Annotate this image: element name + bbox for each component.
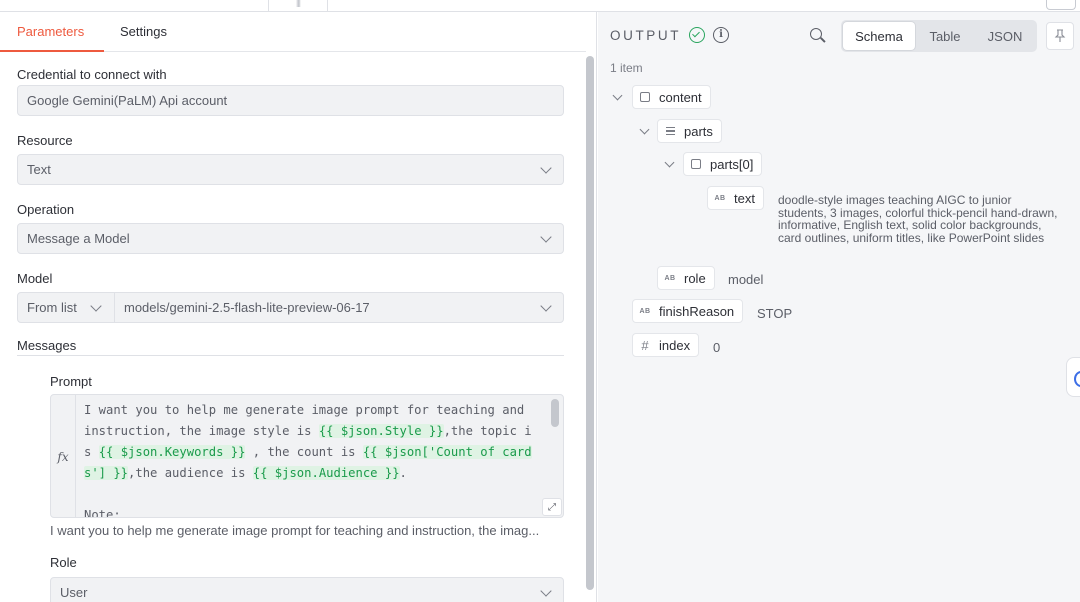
- expression-token: s'] }}: [84, 466, 129, 480]
- side-assistant-button[interactable]: [1066, 357, 1080, 397]
- list-icon: [658, 127, 682, 135]
- parameters-panel: Parameters Settings Credential to connec…: [0, 12, 597, 602]
- chevron-down-icon: [540, 584, 552, 597]
- string-type-icon: AB: [639, 307, 651, 315]
- model-value: models/gemini-2.5-flash-lite-preview-06-…: [124, 300, 370, 315]
- cube-icon: [684, 159, 708, 169]
- item-count: 1 item: [610, 61, 643, 75]
- string-type-icon: AB: [664, 274, 676, 282]
- role-value: User: [60, 585, 88, 600]
- schema-value-finishreason: STOP: [757, 306, 793, 321]
- expression-token: {{ $json.Style }}: [318, 424, 444, 438]
- number-type-icon: #: [641, 337, 649, 353]
- prompt-line: s'] }},the audience is {{ $json.Audience…: [84, 463, 548, 484]
- tab-settings[interactable]: Settings: [120, 24, 167, 39]
- expression-token: {{ $json.Audience }}: [252, 466, 400, 480]
- chevron-down-icon: [540, 161, 552, 174]
- model-mode-value: From list: [27, 300, 77, 315]
- search-icon[interactable]: [810, 28, 826, 44]
- operation-label: Operation: [17, 202, 75, 217]
- schema-key-index: # index: [632, 333, 700, 357]
- schema-value-text: doodle-style images teaching AIGC to jun…: [778, 193, 1058, 245]
- prompt-text: s: [84, 445, 99, 459]
- parameters-scrollbar[interactable]: [584, 56, 596, 602]
- prompt-line: I want you to help me generate image pro…: [84, 400, 548, 421]
- chevron-down-icon: [540, 230, 552, 243]
- prompt-scrollbar[interactable]: [551, 399, 559, 427]
- view-schema-button[interactable]: Schema: [843, 22, 915, 50]
- collapse-chevron-icon[interactable]: [612, 90, 623, 101]
- model-selector: From list models/gemini-2.5-flash-lite-p…: [17, 292, 564, 323]
- parameters-scrollbar-thumb[interactable]: [586, 56, 594, 590]
- credential-label: Credential to connect with: [17, 67, 167, 82]
- prompt-line: Note:: [84, 505, 548, 518]
- active-tab-indicator: [0, 50, 104, 52]
- model-mode-select[interactable]: From list: [18, 293, 115, 322]
- prompt-text: instruction, the image style is: [84, 424, 319, 438]
- schema-key-content: content: [632, 85, 711, 109]
- check-circle-icon: [689, 27, 705, 43]
- role-select[interactable]: User: [50, 577, 564, 602]
- schema-key-parts0: parts[0]: [683, 152, 763, 176]
- prompt-text: , the count is: [245, 445, 363, 459]
- output-title: OUTPUT: [610, 28, 682, 43]
- operation-select[interactable]: Message a Model: [17, 223, 564, 254]
- pin-icon: [1054, 29, 1066, 42]
- prompt-text: ,the topic i: [443, 424, 532, 438]
- prompt-code[interactable]: I want you to help me generate image pro…: [84, 400, 548, 518]
- credential-field[interactable]: Google Gemini(PaLM) Api account: [17, 85, 564, 116]
- cube-icon: [633, 92, 657, 102]
- prompt-line: s {{ $json.Keywords }} , the count is {{…: [84, 442, 548, 463]
- resource-value: Text: [27, 162, 51, 177]
- schema-value-role: model: [728, 272, 764, 287]
- prompt-text: ,the audience is: [128, 466, 253, 480]
- panel-drag-handle[interactable]: |||: [268, 0, 328, 12]
- prompt-editor[interactable]: fx I want you to help me generate image …: [50, 394, 564, 518]
- schema-key-parts: parts: [657, 119, 722, 143]
- tab-parameters[interactable]: Parameters: [17, 24, 84, 39]
- operation-value: Message a Model: [27, 231, 130, 246]
- top-right-button[interactable]: [1046, 0, 1076, 10]
- prompt-line: [84, 484, 548, 505]
- role-label: Role: [50, 555, 77, 570]
- top-strip: |||: [0, 0, 1080, 12]
- view-toggle: Schema Table JSON: [841, 20, 1037, 52]
- collapse-chevron-icon[interactable]: [639, 124, 650, 135]
- prompt-preview: I want you to help me generate image pro…: [50, 523, 540, 538]
- expression-token: {{ $json.Keywords }}: [98, 445, 246, 459]
- resource-select[interactable]: Text: [17, 154, 564, 185]
- prompt-label: Prompt: [50, 374, 92, 389]
- prompt-text: Note:: [84, 508, 121, 518]
- collapse-chevron-icon[interactable]: [664, 157, 675, 168]
- chevron-down-icon: [540, 299, 552, 312]
- prompt-line: instruction, the image style is {{ $json…: [84, 421, 548, 442]
- view-table-button[interactable]: Table: [915, 22, 975, 50]
- panel-tabs: Parameters Settings: [0, 12, 586, 52]
- info-icon[interactable]: i: [713, 27, 729, 43]
- expression-icon: fx: [51, 395, 76, 517]
- pin-button[interactable]: [1046, 22, 1074, 50]
- messages-divider: [17, 355, 564, 356]
- messages-label: Messages: [17, 338, 77, 353]
- prompt-text: I want you to help me generate image pro…: [84, 403, 525, 417]
- expand-editor-button[interactable]: ⤢: [542, 498, 562, 516]
- model-select[interactable]: models/gemini-2.5-flash-lite-preview-06-…: [115, 293, 563, 322]
- expression-token: {{ $json['Count of card: [362, 445, 532, 459]
- schema-key-role: AB role: [657, 266, 715, 290]
- resource-label: Resource: [17, 133, 73, 148]
- credential-value: Google Gemini(PaLM) Api account: [27, 93, 228, 108]
- output-panel: OUTPUT i Schema Table JSON 1 item conten…: [598, 12, 1080, 602]
- string-type-icon: AB: [714, 194, 726, 202]
- chevron-down-icon: [90, 299, 102, 312]
- schema-key-text: AB text: [707, 186, 764, 210]
- prompt-text: .: [399, 466, 407, 480]
- view-json-button[interactable]: JSON: [975, 22, 1035, 50]
- schema-value-index: 0: [713, 340, 721, 355]
- schema-key-finishreason: AB finishReason: [632, 299, 744, 323]
- model-label: Model: [17, 271, 53, 286]
